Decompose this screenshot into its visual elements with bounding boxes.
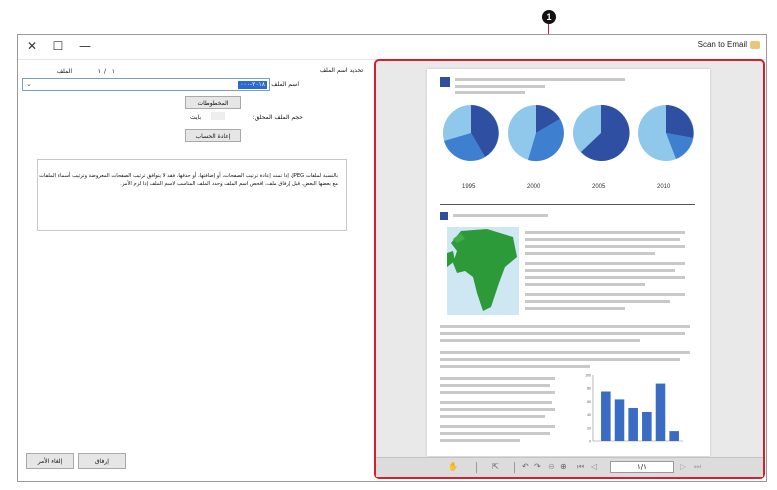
page-text-line xyxy=(525,238,680,241)
page-text-line xyxy=(453,214,548,217)
first-page-icon[interactable]: ⏮ xyxy=(577,462,584,472)
app-title: Scan to Email xyxy=(698,40,760,49)
bar-chart-tick-label: 60 xyxy=(587,400,591,404)
section-square xyxy=(440,212,448,220)
preview-panel: 1995 2000 2005 2010 0 20 40 60 80 100 ✋ … xyxy=(374,59,765,479)
world-map-image xyxy=(447,227,519,315)
zoom-out-icon[interactable]: ⊖ xyxy=(548,462,555,471)
bar-chart-bar xyxy=(628,408,638,441)
bar-chart-bar xyxy=(601,391,611,441)
bar-chart-tick-label: 0 xyxy=(589,440,591,444)
page-text-line xyxy=(525,293,685,296)
page-header-line xyxy=(455,78,625,81)
file-count-total: ١ xyxy=(97,68,101,75)
rotate-right-icon[interactable]: ↷ xyxy=(534,462,541,471)
page-text-line xyxy=(440,325,690,328)
pie-year-label: 1995 xyxy=(462,184,476,190)
previous-page-icon[interactable]: ◁ xyxy=(591,462,597,471)
hand-tool-icon[interactable]: ✋ xyxy=(448,462,458,471)
pie-year-label: 2000 xyxy=(527,184,541,190)
page-text-line xyxy=(440,358,680,361)
page-text-line xyxy=(525,307,625,310)
page-number-field[interactable]: ١/١ xyxy=(610,461,674,473)
bar-chart-bar xyxy=(642,411,652,441)
page-text-line xyxy=(440,425,555,428)
bar-chart-bar xyxy=(669,431,679,441)
info-text: بالنسبة لملفات JPEG، إذا تمت إعادة ترتيب… xyxy=(39,173,338,187)
page-text-line xyxy=(440,401,552,404)
page-text-line xyxy=(440,432,550,435)
attached-size-label: حجم الملف المحلق: xyxy=(252,114,303,121)
page-text-line xyxy=(440,439,520,442)
preview-page: 1995 2000 2005 2010 0 20 40 60 80 100 xyxy=(427,69,710,456)
file-name-label: اسم الملف xyxy=(271,81,299,88)
recalculate-button[interactable]: إعادة الحساب xyxy=(185,129,241,142)
file-count-label: الملف xyxy=(56,68,72,75)
section-title: تحديد اسم الملف xyxy=(319,67,363,74)
page-divider xyxy=(440,204,695,205)
page-text-line xyxy=(455,91,525,94)
fit-page-icon[interactable]: ⇱ xyxy=(492,462,499,471)
bar-chart-tick-label: 80 xyxy=(587,387,591,391)
file-name-value[interactable]: ٢٠١٨-٠٠٠ xyxy=(238,81,267,89)
bar-chart-tick-label: 40 xyxy=(587,413,591,417)
close-icon[interactable]: ✕ xyxy=(22,38,42,54)
title-bar: ✕ ☐ — Scan to Email xyxy=(18,35,766,60)
page-text-line xyxy=(525,231,685,234)
last-page-icon[interactable]: ⏭ xyxy=(694,462,701,472)
page-text-line xyxy=(525,276,685,279)
bar-chart-tick-label: 20 xyxy=(587,426,591,430)
page-text-line xyxy=(525,300,670,303)
page-text-line xyxy=(440,384,550,387)
callout-marker-1: 1 xyxy=(542,10,556,24)
next-page-icon[interactable]: ▷ xyxy=(680,462,686,471)
toolbar-divider xyxy=(514,462,515,473)
page-text-line xyxy=(440,365,590,368)
zoom-in-icon[interactable]: ⊕ xyxy=(560,462,567,471)
page-text-line xyxy=(525,262,685,265)
file-count-current: ١ xyxy=(111,68,115,75)
toolbar-divider xyxy=(476,462,477,473)
page-text-line xyxy=(525,269,675,272)
attachments-button[interactable]: المخطوطات xyxy=(185,96,241,109)
page-header-square xyxy=(440,77,450,87)
file-name-field[interactable]: ⌄ ٢٠١٨-٠٠٠ xyxy=(22,78,270,91)
bar-chart-bar xyxy=(655,383,666,441)
app-title-text: Scan to Email xyxy=(697,40,747,49)
rotate-left-icon[interactable]: ↶ xyxy=(522,462,529,471)
app-logo-icon xyxy=(750,40,760,49)
page-text-line xyxy=(455,85,545,88)
cancel-button[interactable]: إلغاء الأمر xyxy=(26,453,74,469)
page-text-line xyxy=(440,339,640,342)
page-text-line xyxy=(440,377,555,380)
page-text-line xyxy=(440,391,555,394)
pie-year-label: 2005 xyxy=(592,184,606,190)
pie-2010-slice-a xyxy=(666,105,694,138)
page-text-line xyxy=(525,283,645,286)
pie-charts xyxy=(443,104,694,162)
dropdown-chevron-icon[interactable]: ⌄ xyxy=(26,80,32,88)
restore-icon[interactable]: ☐ xyxy=(48,38,68,54)
pie-year-label: 2010 xyxy=(657,184,671,190)
page-text-line xyxy=(440,332,685,335)
minimize-icon[interactable]: — xyxy=(75,38,95,54)
bar-chart: 0 20 40 60 80 100 xyxy=(585,374,683,444)
file-count-separator: / xyxy=(103,68,106,75)
attach-button[interactable]: إرفاق xyxy=(78,453,126,469)
page-text-line xyxy=(525,252,655,255)
page-text-line xyxy=(440,415,545,418)
bar-chart-tick-label: 100 xyxy=(585,374,591,378)
page-text-line xyxy=(525,245,685,248)
attached-size-unit: بايت xyxy=(189,114,201,121)
preview-toolbar: ✋ ⇱ ↶ ↷ ⊖ ⊕ ⏮ ◁ ١/١ ▷ ⏭ xyxy=(376,457,763,477)
page-text-line xyxy=(440,408,555,411)
page-text-line xyxy=(440,351,690,354)
info-box: بالنسبة لملفات JPEG، إذا تمت إعادة ترتيب… xyxy=(37,159,347,231)
bar-chart-bar xyxy=(614,399,625,441)
attached-size-value xyxy=(211,112,225,120)
